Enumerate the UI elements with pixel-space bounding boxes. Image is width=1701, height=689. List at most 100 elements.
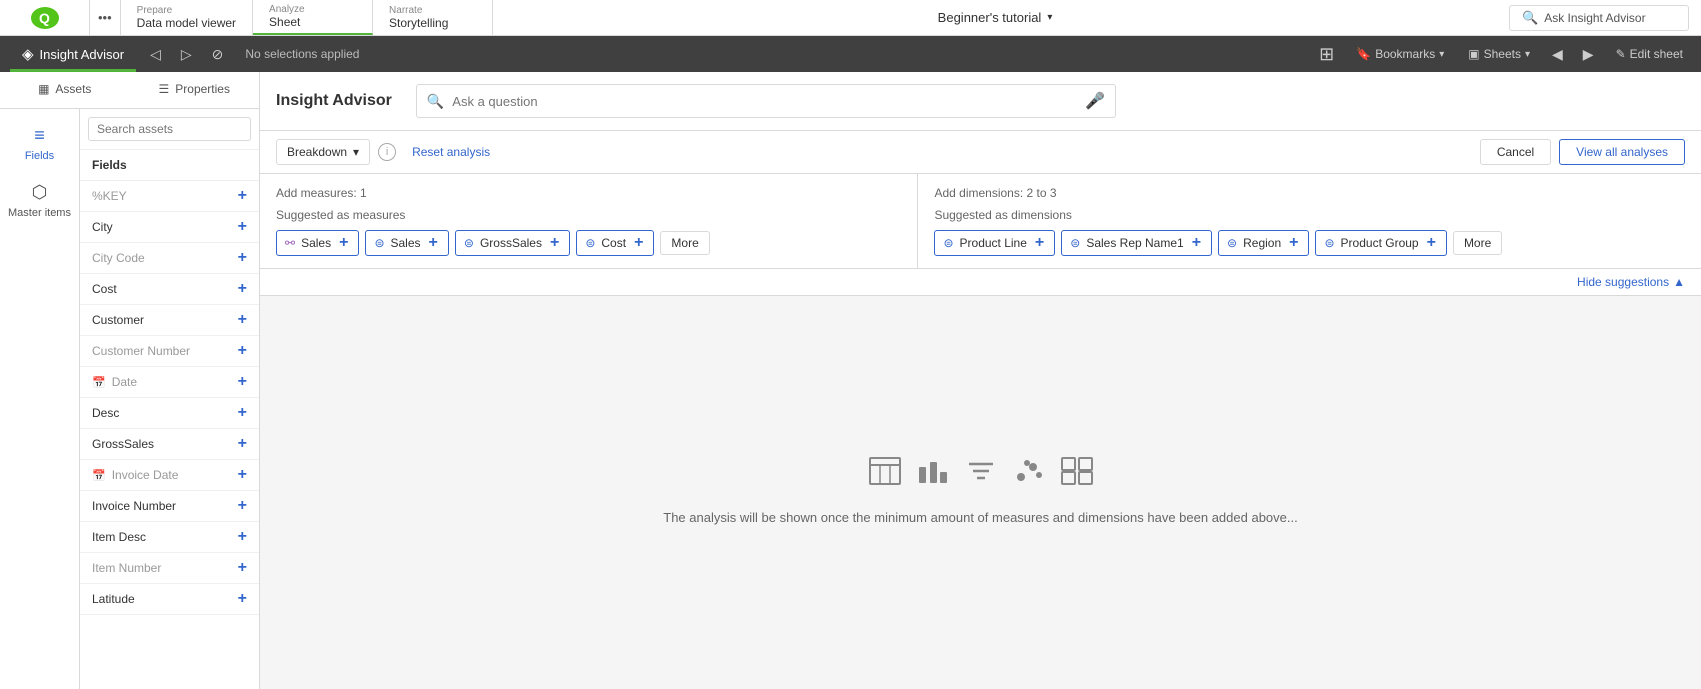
field-item: Desc+	[80, 398, 259, 429]
hide-suggestions-row: Hide suggestions ▲	[260, 269, 1701, 296]
dimensions-more-button[interactable]: More	[1453, 231, 1502, 255]
bookmarks-chevron-icon: ▾	[1439, 49, 1444, 60]
suggested-dimensions-label: Suggested as dimensions	[934, 208, 1685, 222]
add-field-button[interactable]: +	[238, 467, 247, 483]
measures-more-button[interactable]: More	[660, 231, 709, 255]
top-nav: Q ••• Prepare Data model viewer Analyze …	[0, 0, 1701, 36]
tab-assets[interactable]: ▦ Assets	[0, 72, 130, 108]
database-icon-region: ⊜	[1227, 236, 1237, 250]
bar-chart-icon	[917, 457, 949, 492]
add-field-button[interactable]: +	[238, 560, 247, 576]
database-icon-sr: ⊜	[1070, 236, 1080, 250]
add-field-button[interactable]: +	[238, 436, 247, 452]
microphone-icon[interactable]: 🎤	[1085, 91, 1105, 111]
fields-list-panel: Fields %KEY+City+City Code+Cost+Customer…	[80, 109, 259, 689]
calendar-icon: 📅	[92, 469, 106, 482]
edit-sheet-button[interactable]: ✎ Edit sheet	[1608, 43, 1691, 65]
measure-chip-sales-db[interactable]: ⊜ Sales +	[365, 230, 448, 256]
dimensions-title: Add dimensions: 2 to 3	[934, 186, 1685, 200]
field-item: Customer+	[80, 305, 259, 336]
dimension-chip-product-group[interactable]: ⊜ Product Group +	[1315, 230, 1446, 256]
database-icon-pl: ⊜	[943, 236, 953, 250]
search-assets-input[interactable]	[88, 117, 251, 141]
add-field-button[interactable]: +	[238, 281, 247, 297]
grid-view-icon[interactable]: ⊞	[1313, 40, 1340, 69]
add-measure-cost-button[interactable]: +	[632, 235, 645, 251]
nav-next-icon[interactable]: ▶	[1577, 42, 1600, 67]
app-title[interactable]: Beginner's tutorial ▾	[938, 10, 1053, 25]
field-item: 📅Invoice Date+	[80, 460, 259, 491]
nav-center: Beginner's tutorial ▾	[493, 0, 1497, 35]
measure-chip-sales-link[interactable]: ⚯ Sales +	[276, 230, 359, 256]
breakdown-button[interactable]: Breakdown ▾	[276, 139, 370, 165]
add-field-button[interactable]: +	[238, 219, 247, 235]
field-item: City Code+	[80, 243, 259, 274]
empty-state-text: The analysis will be shown once the mini…	[663, 508, 1297, 529]
tab-properties[interactable]: ☰ Properties	[130, 72, 260, 108]
add-field-button[interactable]: +	[238, 529, 247, 545]
dimensions-chips-row: ⊜ Product Line + ⊜ Sales Rep Name1 + ⊜ R…	[934, 230, 1685, 256]
dimension-chip-product-line[interactable]: ⊜ Product Line +	[934, 230, 1055, 256]
dimension-chip-region[interactable]: ⊜ Region +	[1218, 230, 1309, 256]
add-field-button[interactable]: +	[238, 312, 247, 328]
analyze-section[interactable]: Analyze Sheet	[253, 0, 373, 35]
ia-header: Insight Advisor 🔍 🎤	[260, 72, 1701, 131]
selection-clear-icon[interactable]: ⊘	[206, 42, 230, 67]
nav-prev-icon[interactable]: ◀	[1546, 42, 1569, 67]
sidebar-item-master-items[interactable]: ⬡ Master items	[0, 174, 79, 227]
field-item: %KEY+	[80, 181, 259, 212]
info-icon[interactable]: i	[378, 143, 396, 161]
table-icon	[869, 457, 901, 492]
view-all-analyses-button[interactable]: View all analyses	[1559, 139, 1685, 165]
ia-search-input[interactable]	[452, 94, 1085, 109]
add-measure-grosssales-button[interactable]: +	[548, 235, 561, 251]
insight-advisor-toolbar-button[interactable]: ◈ Insight Advisor	[10, 36, 136, 72]
link-icon: ⚯	[285, 236, 295, 250]
ia-search-icon: 🔍	[427, 93, 444, 110]
bookmark-icon: 🔖	[1356, 47, 1371, 61]
selection-back-icon[interactable]: ◁	[144, 42, 167, 67]
add-field-button[interactable]: +	[238, 374, 247, 390]
add-dimension-product-line-button[interactable]: +	[1033, 235, 1046, 251]
measure-chip-cost[interactable]: ⊜ Cost +	[576, 230, 654, 256]
add-measure-sales-db-button[interactable]: +	[427, 235, 440, 251]
ia-search-bar: 🔍 🎤	[416, 84, 1116, 118]
measures-title: Add measures: 1	[276, 186, 901, 200]
bookmarks-button[interactable]: 🔖 Bookmarks ▾	[1348, 43, 1452, 65]
selection-forward-icon[interactable]: ▷	[175, 42, 198, 67]
chevron-down-icon: ▾	[1047, 12, 1052, 23]
add-dimension-sales-rep-button[interactable]: +	[1190, 235, 1203, 251]
sheets-chevron-icon: ▾	[1525, 49, 1530, 60]
add-field-button[interactable]: +	[238, 405, 247, 421]
add-dimension-product-group-button[interactable]: +	[1425, 235, 1438, 251]
master-items-icon: ⬡	[32, 182, 48, 203]
sidebar-item-fields[interactable]: ≡ Fields	[0, 117, 79, 170]
field-item: Invoice Number+	[80, 491, 259, 522]
add-dimension-region-button[interactable]: +	[1287, 235, 1300, 251]
ask-insight-advisor-button[interactable]: 🔍 Ask Insight Advisor	[1509, 5, 1689, 31]
add-field-button[interactable]: +	[238, 498, 247, 514]
measure-chip-grosssales[interactable]: ⊜ GrossSales +	[455, 230, 570, 256]
add-field-button[interactable]: +	[238, 343, 247, 359]
dimension-chip-sales-rep[interactable]: ⊜ Sales Rep Name1 +	[1061, 230, 1212, 256]
nav-right: 🔍 Ask Insight Advisor	[1497, 0, 1701, 35]
narrate-section[interactable]: Narrate Storytelling	[373, 0, 493, 35]
add-field-button[interactable]: +	[238, 250, 247, 266]
hide-suggestions-button[interactable]: Hide suggestions ▲	[1577, 275, 1685, 289]
sheets-button[interactable]: ▣ Sheets ▾	[1460, 43, 1538, 65]
ia-title: Insight Advisor	[276, 92, 392, 110]
main-layout: ▦ Assets ☰ Properties ≡ Fields ⬡ Master …	[0, 72, 1701, 689]
nav-more-button[interactable]: •••	[90, 0, 121, 35]
reset-analysis-button[interactable]: Reset analysis	[404, 141, 498, 163]
properties-icon: ☰	[159, 82, 170, 96]
toolbar-right: ⊞ 🔖 Bookmarks ▾ ▣ Sheets ▾ ◀ ▶ ✎ Edit sh…	[1313, 40, 1691, 69]
prepare-section[interactable]: Prepare Data model viewer	[121, 0, 253, 35]
add-measure-sales-link-button[interactable]: +	[337, 235, 350, 251]
pencil-icon: ✎	[1616, 47, 1626, 61]
dimensions-section: Add dimensions: 2 to 3 Suggested as dime…	[918, 174, 1701, 268]
add-field-button[interactable]: +	[238, 591, 247, 607]
measures-section: Add measures: 1 Suggested as measures ⚯ …	[260, 174, 918, 268]
assets-icon: ▦	[38, 82, 49, 96]
cancel-button[interactable]: Cancel	[1480, 139, 1551, 165]
add-field-button[interactable]: +	[238, 188, 247, 204]
